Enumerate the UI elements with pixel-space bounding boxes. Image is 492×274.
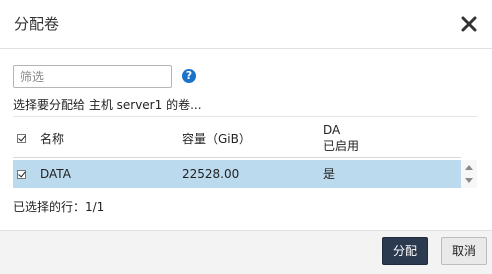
checkmark-icon [18,169,26,178]
table-header-divider [13,157,461,158]
column-header-capacity[interactable]: 容量（GiB） [182,131,251,147]
close-icon[interactable] [460,15,478,33]
triangle-up-icon[interactable] [465,165,473,170]
checkmark-icon [18,133,26,142]
cancel-button[interactable]: 取消 [441,237,487,265]
dialog-title: 分配卷 [14,15,60,33]
help-icon[interactable]: ? [182,69,196,83]
row-checkbox[interactable] [17,169,26,179]
assign-volume-dialog: 分配卷 ? 选择要分配给 主机 server1 的卷... 名称 容量（GiB）… [0,0,492,274]
row-name: DATA [40,167,71,181]
column-header-da-enabled[interactable]: 已启用 [323,138,359,154]
row-da-enabled: 是 [323,167,336,181]
dialog-header: 分配卷 [0,0,492,49]
assign-button[interactable]: 分配 [382,237,428,265]
select-all-checkbox[interactable] [17,133,26,143]
triangle-down-icon[interactable] [465,178,473,183]
instruction-text: 选择要分配给 主机 server1 的卷... [13,98,202,112]
table-scrollbar[interactable] [461,160,477,188]
column-header-name[interactable]: 名称 [40,131,64,147]
row-capacity: 22528.00 [182,167,240,181]
filter-input[interactable] [13,65,172,88]
table-top-border [13,116,477,117]
table-row[interactable]: DATA 22528.00 是 [13,160,461,188]
selected-rows-status: 已选择的行：1/1 [13,200,105,214]
column-header-da[interactable]: DA [323,122,340,138]
